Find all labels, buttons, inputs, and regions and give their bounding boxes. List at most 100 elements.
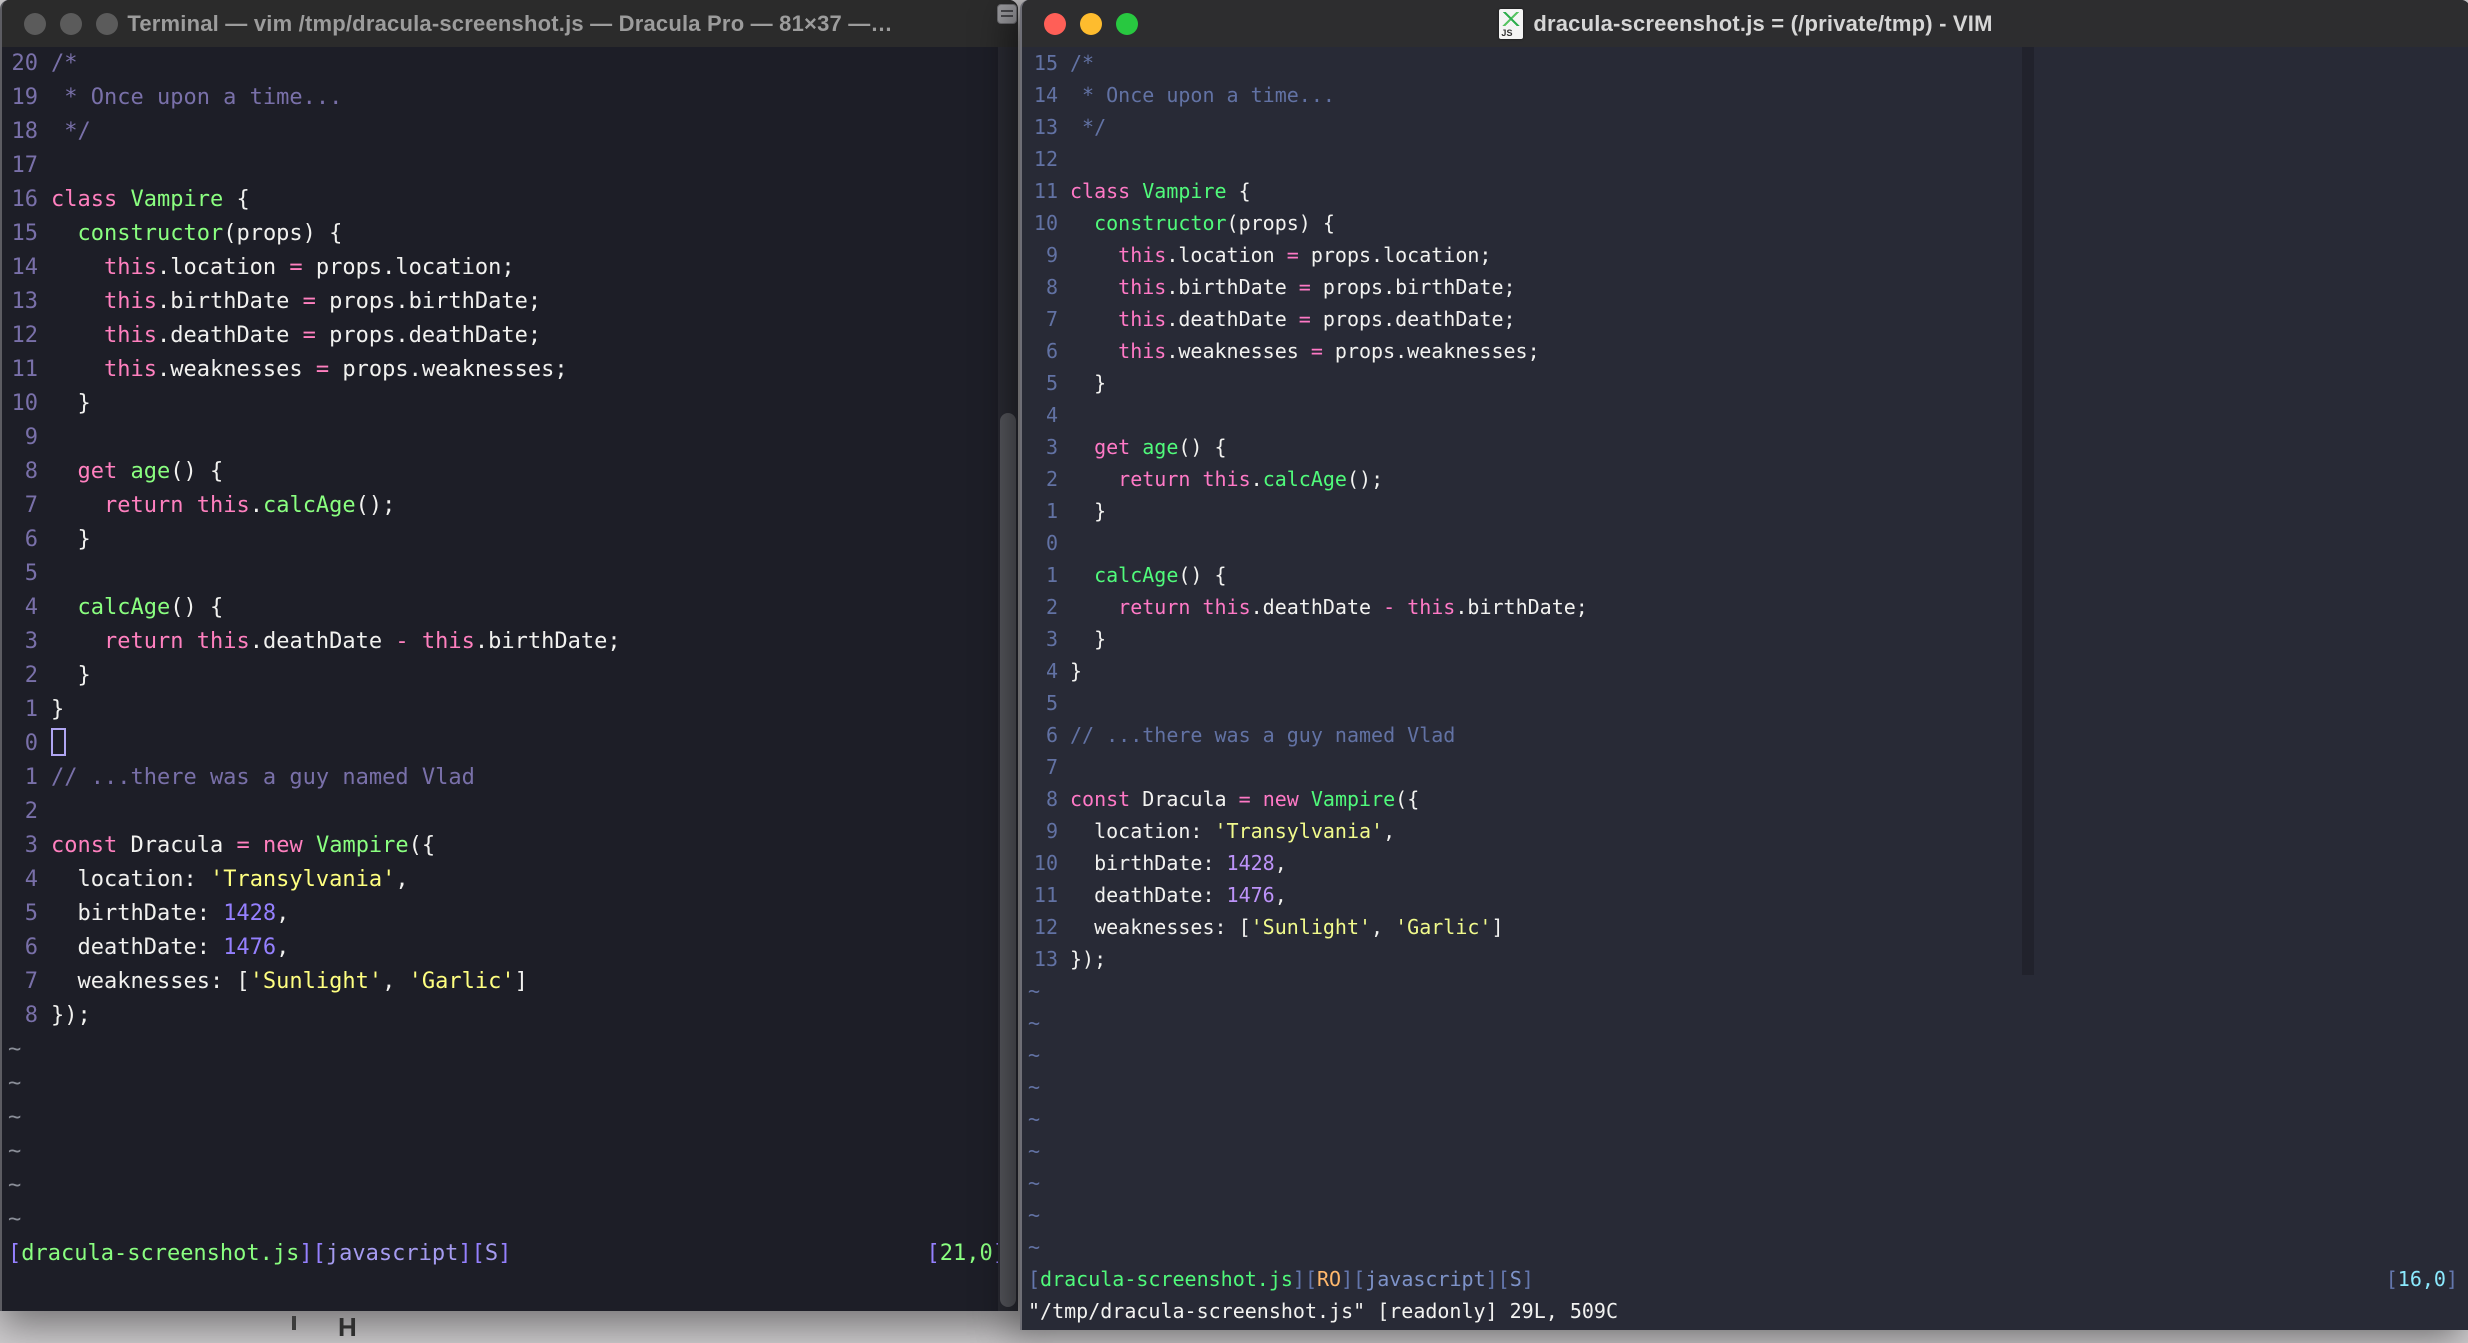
tilde-row: ~ — [1028, 1075, 1041, 1099]
code-token: constructor — [77, 221, 224, 246]
line-number: 5 — [24, 901, 38, 926]
code-line: 8}); — [2, 999, 1018, 1033]
code-token: . — [1250, 467, 1263, 491]
code-token: Vampire — [315, 833, 409, 858]
code-token: Vampire — [130, 187, 224, 212]
code-line: 7 weaknesses: ['Sunlight', 'Garlic'] — [2, 965, 1018, 999]
line-number: 11 — [1033, 179, 1058, 203]
line-number: 3 — [1045, 435, 1058, 459]
tilde-row: ~ — [1028, 1107, 1041, 1131]
line-number: 19 — [11, 85, 39, 110]
vim-statusline: [dracula-screenshot.js][javascript][S] [2… — [2, 1237, 1018, 1271]
code-line: 2 return this.calcAge(); — [1022, 463, 2468, 495]
code-token: (props) { — [223, 221, 343, 246]
code-token: .birthDate; — [1455, 595, 1588, 619]
code-token: * Once upon a time... — [51, 85, 343, 110]
code-line: 2 } — [2, 659, 1018, 693]
line-number: 1 — [1045, 499, 1058, 523]
code-token: this — [1118, 339, 1167, 363]
code-token: props.weaknesses; — [329, 357, 568, 382]
minimize-button[interactable] — [60, 12, 82, 35]
terminal-titlebar[interactable]: Terminal — vim /tmp/dracula-screenshot.j… — [2, 0, 1018, 47]
code-token: 'Sunlight' — [1250, 915, 1372, 939]
code-token: RO — [1317, 1267, 1342, 1291]
code-token: new — [262, 833, 303, 858]
minimize-button[interactable] — [1080, 12, 1102, 35]
tilde-row: ~ — [8, 1173, 22, 1198]
code-token: 'Transylvania' — [1214, 819, 1384, 843]
scrollbar[interactable] — [998, 47, 1018, 1311]
vim-buffer[interactable]: 15/* 14 * Once upon a time... 13 */12 11 cla… — [1022, 47, 2468, 1330]
code-line: 10 constructor(props) { — [1022, 207, 2468, 239]
code-token: [ — [1028, 1267, 1041, 1291]
code-token: ][ — [1485, 1267, 1510, 1291]
line-number: 17 — [11, 153, 39, 178]
code-token: 1428 — [223, 901, 277, 926]
background-window-edge — [292, 1316, 296, 1330]
code-token: - — [1383, 595, 1396, 619]
terminal-window[interactable]: Terminal — vim /tmp/dracula-screenshot.j… — [0, 0, 1018, 1311]
code-token: this — [103, 323, 157, 348]
line-number: 9 — [1045, 819, 1058, 843]
scrollbar-marker-icon[interactable] — [997, 4, 1017, 24]
line-number: 12 — [11, 323, 39, 348]
code-token: deathDate: — [51, 935, 224, 960]
code-token: [ — [2385, 1267, 2398, 1291]
line-number: 10 — [1033, 851, 1058, 875]
code-line: 13}); — [1022, 943, 2468, 975]
zoom-button[interactable] — [96, 12, 118, 35]
window-title: Terminal — vim /tmp/dracula-screenshot.j… — [127, 10, 893, 36]
code-token: 'Garlic' — [408, 969, 515, 994]
code-token: .deathDate — [156, 323, 303, 348]
zoom-button[interactable] — [1116, 12, 1138, 35]
line-number: 2 — [24, 663, 38, 688]
code-line: 12 — [1022, 143, 2468, 175]
code-line: 4} — [1022, 655, 2468, 687]
code-line: 11 deathDate: 1476, — [1022, 879, 2468, 911]
code-token: (); — [1346, 467, 1384, 491]
code-token: location: — [1070, 819, 1215, 843]
line-number: 16 — [11, 187, 39, 212]
code-line: 7 — [1022, 751, 2468, 783]
code-token: props.birthDate; — [315, 289, 542, 314]
scrollbar-thumb[interactable] — [1000, 413, 1016, 1307]
code-line: 6 deathDate: 1476, — [2, 931, 1018, 965]
code-token: = — [302, 289, 316, 314]
code-token: ][ — [299, 1241, 326, 1266]
code-token: this — [196, 629, 250, 654]
line-number: 6 — [24, 935, 38, 960]
tilde-row: ~ — [8, 1105, 22, 1130]
code-line: 3 get age() { — [1022, 431, 2468, 463]
vim-buffer[interactable]: 20/* 19 * Once upon a time... 18 */17 16 cla… — [2, 47, 1018, 1311]
background-window-text: H — [338, 1312, 357, 1342]
code-token: ] — [1521, 1267, 1534, 1291]
close-button[interactable] — [1044, 12, 1066, 35]
line-number: 9 — [1045, 243, 1058, 267]
code-line: 0 — [1022, 527, 2468, 559]
code-token: } — [1070, 499, 1107, 523]
macvim-window[interactable]: dracula-screenshot.js = (/private/tmp) -… — [1020, 0, 2468, 1330]
line-number: 2 — [24, 799, 38, 824]
macvim-titlebar[interactable]: dracula-screenshot.js = (/private/tmp) -… — [1022, 0, 2468, 47]
line-number: 9 — [24, 425, 38, 450]
code-line: 1} — [2, 693, 1018, 727]
code-token: dracula-screenshot.js — [21, 1241, 300, 1266]
close-button[interactable] — [24, 12, 46, 35]
code-token: } — [51, 697, 65, 722]
traffic-lights — [24, 0, 118, 47]
line-number: 5 — [24, 561, 38, 586]
vim-cursor — [51, 728, 66, 756]
code-line: 12 weaknesses: ['Sunlight', 'Garlic'] — [1022, 911, 2468, 943]
